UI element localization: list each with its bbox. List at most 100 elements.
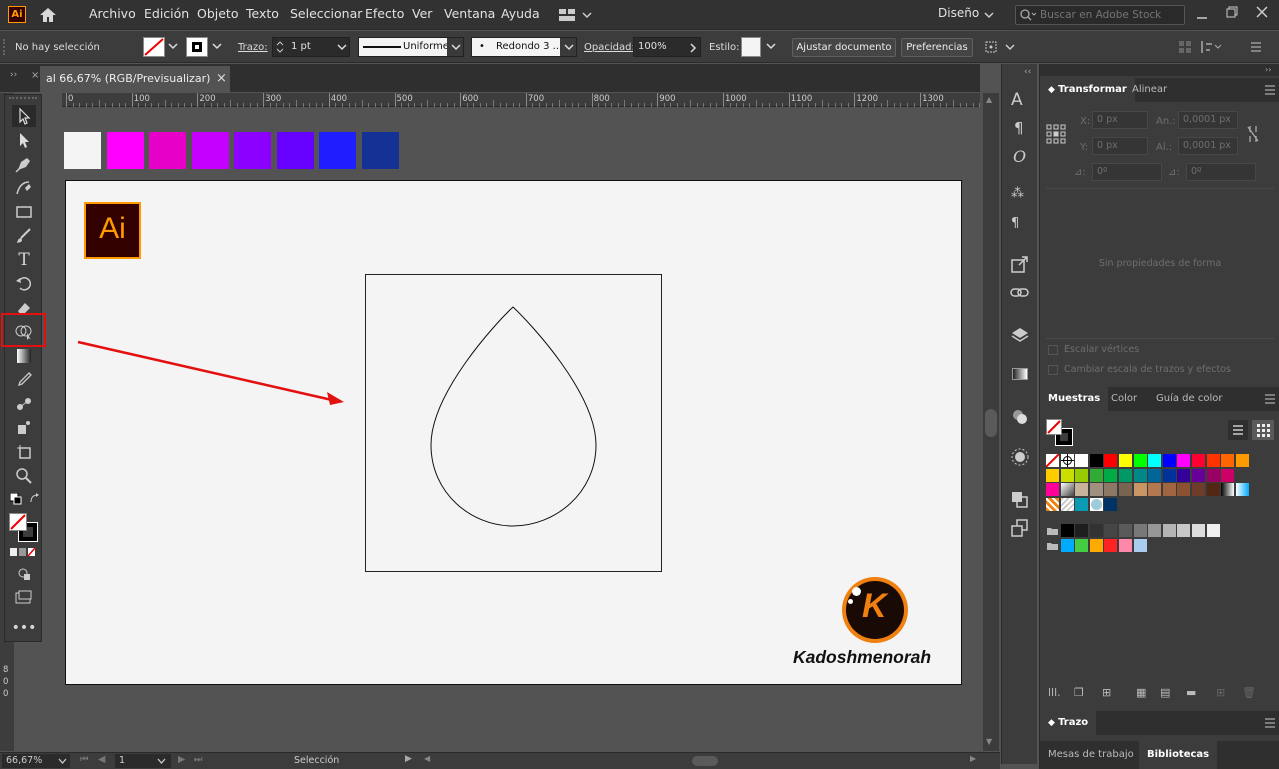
tab-muestras[interactable]: Muestras: [1040, 387, 1109, 411]
stock-search-input[interactable]: [1040, 8, 1180, 22]
swatch-libraries-icon[interactable]: lll.: [1048, 686, 1061, 699]
list-view-button[interactable]: [1228, 420, 1248, 440]
swatch[interactable]: [1162, 468, 1176, 482]
registration-swatch[interactable]: [1060, 454, 1074, 467]
rectangle-tool-icon[interactable]: [12, 201, 36, 223]
chevron-down-icon[interactable]: [168, 43, 178, 51]
swatch[interactable]: [1133, 524, 1147, 538]
x-field[interactable]: 0 px: [1092, 111, 1148, 129]
swatch[interactable]: [1133, 454, 1147, 467]
direct-selection-tool-icon[interactable]: [12, 129, 36, 151]
drawing-mode-icon[interactable]: [12, 563, 36, 585]
swatch[interactable]: [1148, 483, 1162, 497]
swatch[interactable]: [1075, 497, 1089, 511]
swatch[interactable]: [1060, 468, 1074, 482]
swatch[interactable]: [1221, 468, 1235, 482]
swatch[interactable]: [1119, 524, 1132, 538]
menu-efecto[interactable]: Efecto: [365, 6, 404, 21]
fill-stroke-widget[interactable]: [9, 513, 39, 542]
palette-swatch[interactable]: [319, 132, 356, 169]
stroke-label[interactable]: Trazo:: [238, 42, 268, 53]
swatch[interactable]: [1104, 524, 1118, 538]
tab-color[interactable]: Color: [1103, 387, 1145, 411]
palette-swatch[interactable]: [64, 132, 101, 169]
swatch[interactable]: [1119, 454, 1132, 467]
default-colors-icon[interactable]: [9, 492, 22, 505]
swatch[interactable]: [1104, 497, 1118, 511]
arrange-documents-icon[interactable]: [559, 8, 593, 22]
paragraph-icon[interactable]: ¶: [1014, 119, 1024, 137]
swatch[interactable]: [1075, 468, 1089, 482]
pattern-swatch[interactable]: [1060, 497, 1074, 511]
swatch[interactable]: [1075, 454, 1089, 467]
minimize-button[interactable]: [1196, 8, 1208, 20]
swatch[interactable]: [1206, 483, 1220, 497]
vertical-scrollbar[interactable]: ▲ ▼: [983, 93, 999, 751]
swatch[interactable]: [1089, 454, 1103, 467]
menu-ventana[interactable]: Ventana: [444, 6, 495, 21]
swatch[interactable]: [1177, 483, 1191, 497]
distribute-icon[interactable]: [1200, 40, 1222, 54]
swatch[interactable]: [1177, 524, 1191, 538]
workspace-switcher[interactable]: Diseño: [938, 6, 979, 20]
swatch[interactable]: [1104, 454, 1118, 467]
scale-strokes-checkbox[interactable]: [1048, 365, 1058, 375]
tab-mesas-de-trabajo[interactable]: Mesas de trabajo: [1040, 741, 1142, 769]
align-grid-icon[interactable]: [1178, 40, 1192, 54]
show-kinds-icon[interactable]: ⊞: [1102, 686, 1111, 699]
symbol-sprayer-tool-icon[interactable]: [12, 417, 36, 439]
swatch[interactable]: [1089, 539, 1103, 552]
y-field[interactable]: 0 px: [1092, 137, 1148, 155]
swatch[interactable]: [1104, 539, 1118, 552]
pathfinder-icon[interactable]: [1011, 491, 1029, 509]
artboard-tool-icon[interactable]: [12, 441, 36, 463]
panel-menu-icon[interactable]: [1264, 394, 1276, 404]
swatch[interactable]: [1235, 454, 1249, 467]
none-swatch[interactable]: [1045, 453, 1060, 468]
brush-dropdown[interactable]: • Redondo 3 ...: [471, 37, 577, 57]
new-folder-icon[interactable]: ▬: [1186, 686, 1196, 699]
fill-color-swatch[interactable]: [143, 37, 165, 57]
adjust-document-button[interactable]: Ajustar documento: [792, 38, 896, 57]
stroke-profile-dropdown[interactable]: Uniforme: [358, 37, 464, 57]
screen-mode-icon[interactable]: [12, 587, 36, 609]
swatch[interactable]: [1206, 524, 1220, 538]
prev-artboard-button[interactable]: ◀: [98, 754, 105, 765]
blend-tool-icon[interactable]: [12, 393, 36, 415]
panel-menu-icon[interactable]: [1264, 718, 1276, 728]
tool-grip[interactable]: [9, 97, 37, 103]
character-styles-icon[interactable]: ⁂: [1011, 186, 1024, 201]
restore-button[interactable]: [1226, 6, 1238, 18]
transparency-icon[interactable]: [1011, 408, 1029, 426]
transform-icon[interactable]: [983, 39, 1017, 55]
gradient-panel-icon[interactable]: [1012, 368, 1028, 380]
next-artboard-button[interactable]: ▶: [178, 754, 185, 765]
zoom-tool-icon[interactable]: [12, 465, 36, 487]
color-mode-icons[interactable]: [10, 547, 38, 557]
style-swatch[interactable]: [741, 37, 761, 57]
palette-swatch[interactable]: [361, 132, 399, 169]
swatch[interactable]: [1177, 454, 1191, 467]
swatch[interactable]: [1221, 483, 1235, 497]
opentype-icon[interactable]: O: [1013, 147, 1026, 166]
opacity-label[interactable]: Opacidad:: [584, 42, 635, 53]
stock-search-box[interactable]: [1015, 5, 1185, 25]
swatch[interactable]: [1133, 483, 1147, 497]
shear-field[interactable]: 0º: [1186, 163, 1256, 181]
menu-ver[interactable]: Ver: [412, 6, 432, 21]
links-icon[interactable]: [1010, 286, 1030, 300]
swatch[interactable]: [1104, 468, 1118, 482]
swatch[interactable]: [1162, 483, 1176, 497]
document-tab[interactable]: al 66,67% (RGB/Previsualizar) ×: [40, 66, 230, 92]
chevron-down-icon[interactable]: [212, 43, 222, 51]
swatch[interactable]: [1162, 454, 1176, 467]
grip-handle[interactable]: [3, 39, 7, 55]
eyedropper-tool-icon[interactable]: [12, 369, 36, 391]
curvature-tool-icon[interactable]: [12, 177, 36, 199]
palette-swatch[interactable]: [191, 132, 229, 169]
swatch[interactable]: [1192, 454, 1205, 467]
swatch[interactable]: [1133, 468, 1147, 482]
stepper-icon[interactable]: [276, 41, 284, 53]
pen-tool-icon[interactable]: [12, 153, 36, 175]
swatch[interactable]: [1119, 468, 1132, 482]
